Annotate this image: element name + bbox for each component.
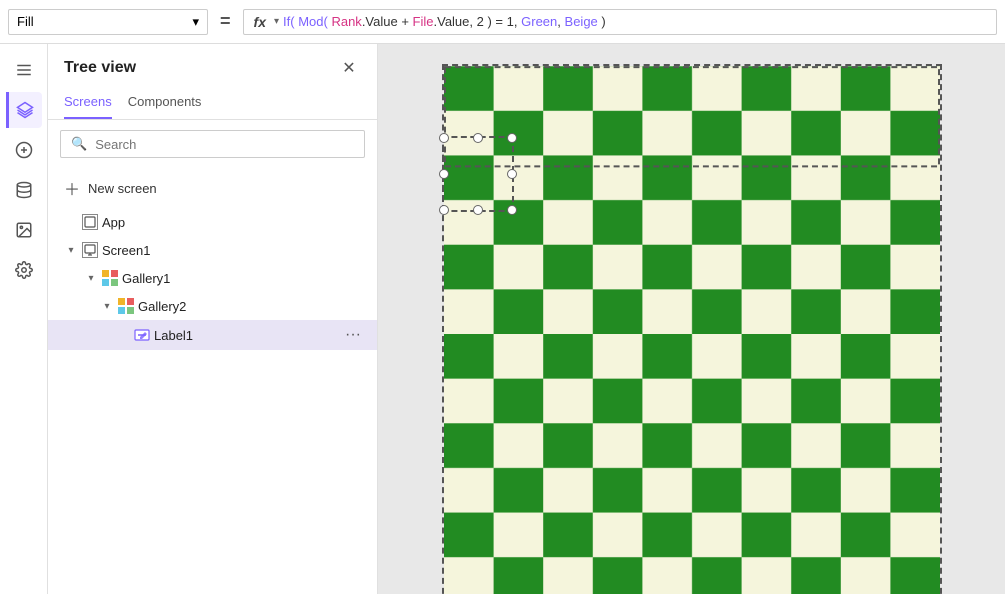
gallery1-chevron-icon: ▾ xyxy=(84,273,98,284)
tree-item-app[interactable]: App xyxy=(48,208,377,236)
gallery2-chevron-icon: ▾ xyxy=(100,301,114,312)
tree-item-gallery1[interactable]: ▾ Gallery1 xyxy=(48,264,377,292)
tree-item-screen1[interactable]: ▾ Screen1 xyxy=(48,236,377,264)
tab-screens[interactable]: Screens xyxy=(64,88,112,119)
fx-label: fx xyxy=(254,14,266,30)
tab-components[interactable]: Components xyxy=(128,88,202,119)
menu-icon-button[interactable] xyxy=(6,52,42,88)
fill-dropdown[interactable]: Fill ▾ xyxy=(8,9,208,35)
tree-panel: Tree view ✕ Screens Components 🔍 ＋ New s… xyxy=(48,44,378,594)
new-screen-label: New screen xyxy=(88,181,157,196)
screen1-icon xyxy=(82,242,98,258)
settings-icon-button[interactable] xyxy=(6,252,42,288)
search-box: 🔍 xyxy=(60,130,365,158)
tree-header: Tree view ✕ xyxy=(48,44,377,88)
label1-more-button[interactable]: ··· xyxy=(345,326,361,344)
add-icon-button[interactable] xyxy=(6,132,42,168)
media-icon-button[interactable] xyxy=(6,212,42,248)
gallery1-label: Gallery1 xyxy=(122,271,361,286)
new-screen-button[interactable]: ＋ New screen xyxy=(48,168,377,208)
search-input[interactable] xyxy=(95,137,354,152)
gallery2-label: Gallery2 xyxy=(138,299,361,314)
top-bar: Fill ▾ = fx ▾ If( Mod( Rank.Value + File… xyxy=(0,0,1005,44)
plus-icon: ＋ xyxy=(64,176,80,200)
tree-tabs: Screens Components xyxy=(48,88,377,120)
tree-items: App ▾ Screen1 ▾ xyxy=(48,208,377,594)
formula-text: If( Mod( Rank.Value + File.Value, 2 ) = … xyxy=(283,14,606,29)
fx-chevron-icon: ▾ xyxy=(274,16,279,27)
fill-label: Fill xyxy=(17,14,34,29)
tree-close-button[interactable]: ✕ xyxy=(337,56,361,80)
canvas-area xyxy=(378,44,1005,594)
label1-label: Label1 xyxy=(154,328,341,343)
search-icon: 🔍 xyxy=(71,136,87,152)
formula-bar[interactable]: fx ▾ If( Mod( Rank.Value + File.Value, 2… xyxy=(243,9,997,35)
tree-item-gallery2[interactable]: ▾ Gallery2 xyxy=(48,292,377,320)
tree-item-label1[interactable]: Label1 ··· xyxy=(48,320,377,350)
icon-bar xyxy=(0,44,48,594)
label1-icon xyxy=(134,327,150,343)
checkerboard-canvas[interactable] xyxy=(442,64,942,594)
main-content: Tree view ✕ Screens Components 🔍 ＋ New s… xyxy=(0,44,1005,594)
gallery2-icon xyxy=(118,298,134,314)
screen1-chevron-icon: ▾ xyxy=(64,245,78,256)
canvas-wrapper xyxy=(442,64,942,594)
layers-icon-button[interactable] xyxy=(6,92,42,128)
screen1-label: Screen1 xyxy=(102,243,361,258)
fill-chevron-icon: ▾ xyxy=(192,14,199,30)
equals-sign: = xyxy=(220,11,231,32)
app-icon xyxy=(82,214,98,230)
app-label: App xyxy=(102,215,361,230)
tree-title: Tree view xyxy=(64,59,136,77)
gallery1-icon xyxy=(102,270,118,286)
database-icon-button[interactable] xyxy=(6,172,42,208)
